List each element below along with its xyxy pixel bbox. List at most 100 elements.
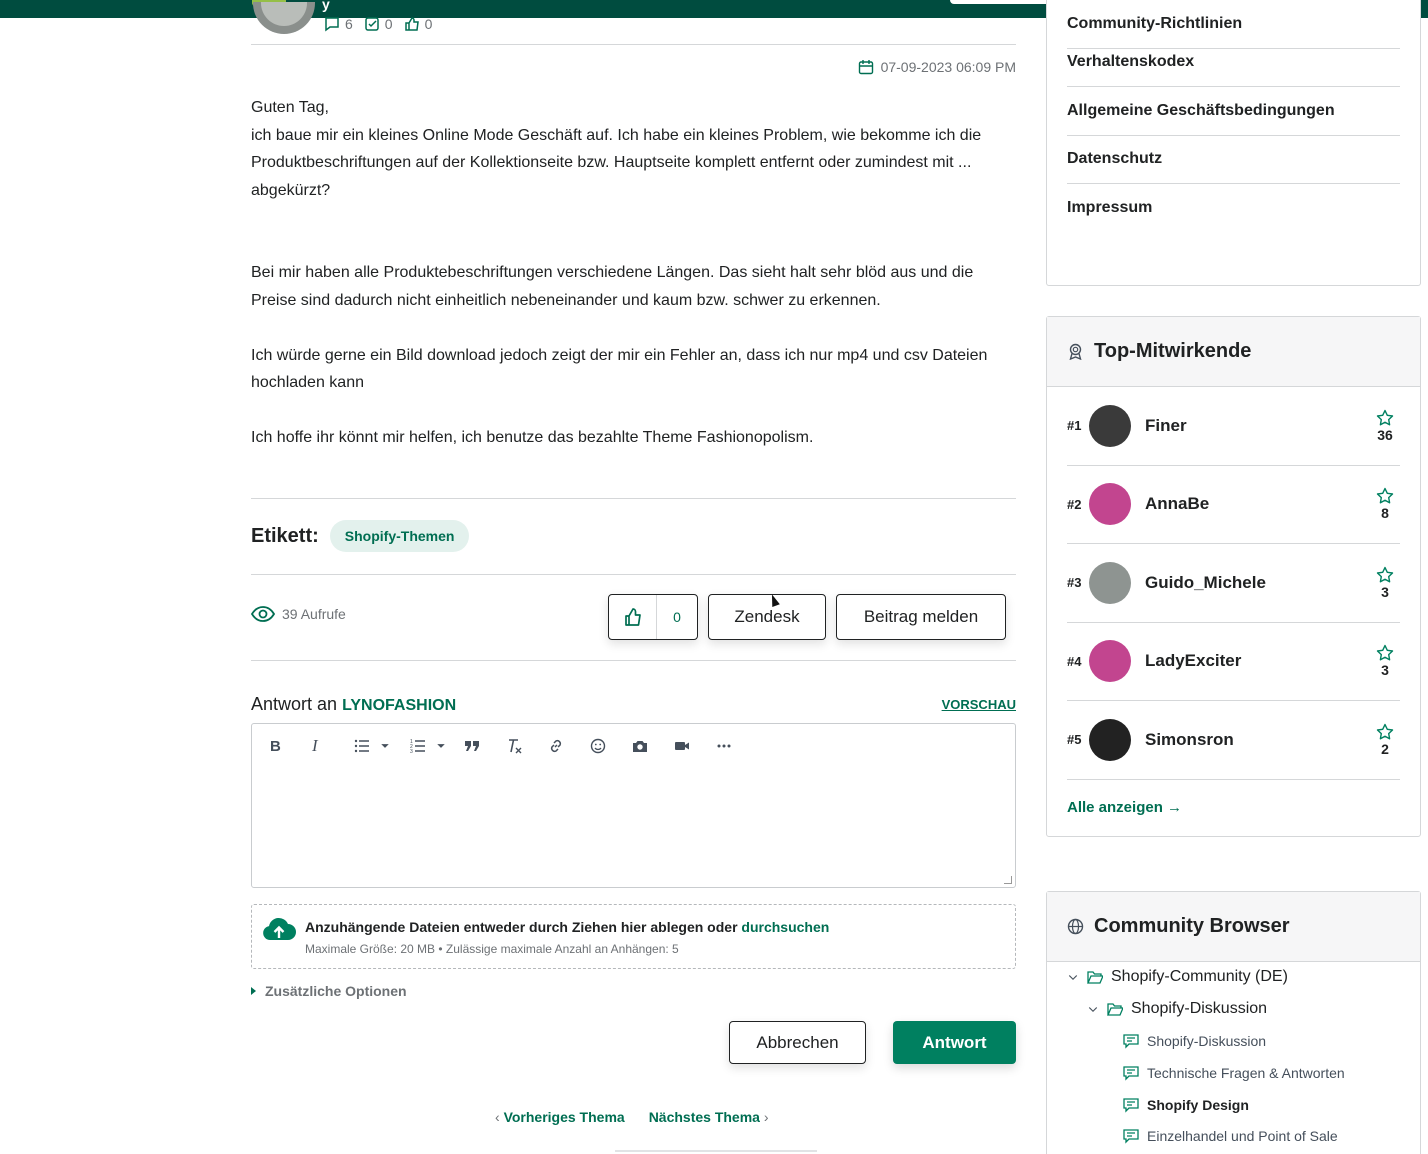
divider — [251, 660, 1016, 661]
italic-button[interactable]: I — [312, 734, 354, 758]
link-icon[interactable] — [548, 734, 590, 758]
reply-user-link[interactable]: LYNOFASHION — [342, 697, 456, 714]
report-post-button[interactable]: Beitrag melden — [836, 594, 1006, 640]
divider — [251, 498, 1016, 499]
contributor-avatar[interactable] — [1089, 561, 1131, 604]
post-body: Guten Tag, ich baue mir ein kleines Onli… — [251, 94, 1016, 452]
chevron-down-icon[interactable] — [380, 734, 410, 758]
browse-link[interactable]: durchsuchen — [741, 919, 829, 935]
sidebar-link-code-of-conduct[interactable]: Verhaltenskodex — [1067, 38, 1400, 87]
likes-stat: 0 — [404, 16, 432, 32]
top-contributors-card: Top-Mitwirkende #1 Finer 36 #2 AnnaBe 8 #3 Guid… — [1046, 316, 1421, 837]
bullet-list-icon[interactable] — [354, 734, 380, 758]
clear-format-icon[interactable] — [506, 734, 548, 758]
tag-shopify-themen[interactable]: Shopify-Themen — [329, 520, 470, 552]
emoji-icon[interactable] — [590, 734, 632, 758]
dropzone-text: Anzuhängende Dateien entweder durch Zieh… — [305, 919, 829, 935]
cancel-button[interactable]: Abbrechen — [729, 1021, 866, 1064]
globe-icon — [1067, 918, 1084, 935]
contributor-row[interactable]: #2 AnnaBe 8 — [1067, 466, 1400, 544]
star-icon — [1376, 488, 1394, 504]
previous-topic-link[interactable]: ‹ Vorheriges Thema — [495, 1109, 625, 1125]
sidebar-links-card: Community-Richtlinien Verhaltenskodex Al… — [1046, 0, 1421, 286]
contributor-row[interactable]: #1 Finer 36 — [1067, 387, 1400, 466]
post-date: 07-09-2023 06:09 PM — [858, 59, 1016, 75]
folder-open-icon — [1107, 1003, 1123, 1016]
contributor-avatar[interactable] — [1089, 640, 1131, 683]
sidebar-link-imprint[interactable]: Impressum — [1067, 184, 1400, 233]
post-paragraph: Guten Tag, — [251, 99, 329, 116]
tree-board-technical-qa[interactable]: Technische Fragen & Antworten — [1123, 1065, 1345, 1081]
star-icon — [1376, 409, 1394, 426]
like-count: 0 — [673, 609, 681, 625]
board-icon — [1123, 1098, 1139, 1113]
contributor-avatar[interactable] — [1089, 483, 1131, 526]
preview-link[interactable]: VORSCHAU — [942, 697, 1016, 712]
thread-navigation: ‹ Vorheriges Thema Nächstes Thema › — [495, 1109, 769, 1125]
editor-toolbar: B I 123 — [252, 724, 1015, 768]
contributor-name[interactable]: AnnaBe — [1145, 494, 1370, 514]
chevron-right-icon: › — [763, 1109, 769, 1125]
contributor-rank: #4 — [1067, 653, 1082, 669]
kudos-count: 8 — [1381, 505, 1389, 522]
thumbs-up-icon[interactable] — [609, 595, 657, 639]
zendesk-button[interactable]: Zendesk — [708, 594, 826, 640]
additional-options-toggle[interactable]: Zusätzliche Optionen — [251, 983, 407, 999]
logo-text[interactable]: y — [322, 0, 330, 12]
attachment-dropzone[interactable]: Anzuhängende Dateien entweder durch Zieh… — [251, 904, 1016, 969]
link-label: Allgemeine Geschäftsbedingungen — [1067, 101, 1335, 119]
contributor-kudos: 3 — [1370, 644, 1400, 678]
tree-node-label: Einzelhandel und Point of Sale — [1147, 1128, 1338, 1144]
next-topic-label: Nächstes Thema — [648, 1109, 760, 1125]
camera-icon[interactable] — [632, 734, 674, 758]
dropzone-limits: Maximale Größe: 20 MB • Zulässige maxima… — [305, 942, 679, 956]
chevron-down-icon[interactable] — [436, 734, 464, 758]
chevron-left-icon: ‹ — [495, 1109, 500, 1125]
contributor-name[interactable]: LadyExciter — [1145, 651, 1370, 671]
sidebar-link-privacy[interactable]: Datenschutz — [1067, 136, 1400, 184]
empty-line — [251, 314, 1016, 342]
contributor-avatar[interactable] — [1089, 718, 1131, 761]
contributor-name[interactable]: Finer — [1145, 416, 1370, 436]
contributor-name[interactable]: Guido_Michele — [1145, 573, 1370, 593]
resize-handle[interactable] — [1004, 876, 1012, 884]
next-topic-link[interactable]: Nächstes Thema › — [649, 1109, 769, 1125]
contributor-row[interactable]: #3 Guido_Michele 3 — [1067, 544, 1400, 623]
see-all-link[interactable]: Alle anzeigen → — [1067, 799, 1182, 816]
contributor-kudos: 3 — [1370, 566, 1400, 600]
community-browser-header: Community Browser — [1047, 892, 1420, 962]
tree-node-discussion[interactable]: Shopify-Diskussion — [1087, 1000, 1267, 1018]
author-stats: 6 0 0 — [324, 16, 432, 32]
submit-reply-button[interactable]: Antwort — [893, 1021, 1016, 1064]
bold-button[interactable]: B — [270, 734, 312, 758]
tree-board-retail-pos[interactable]: Einzelhandel und Point of Sale — [1123, 1128, 1338, 1144]
thumbs-up-icon — [404, 17, 419, 31]
contributor-avatar[interactable] — [1089, 404, 1131, 447]
post-paragraph: ich baue mir ein kleines Online Mode Ges… — [251, 126, 982, 199]
calendar-icon — [858, 60, 873, 75]
video-icon[interactable] — [674, 734, 716, 758]
divider — [251, 574, 1016, 575]
contributor-name[interactable]: Simonsron — [1145, 730, 1370, 750]
tree-board-discussion[interactable]: Shopify-Diskussion — [1123, 1033, 1266, 1049]
contributor-row[interactable]: #4 LadyExciter 3 — [1067, 623, 1400, 701]
sidebar-link-terms[interactable]: Allgemeine Geschäftsbedingungen — [1067, 87, 1400, 136]
author-avatar[interactable] — [253, 2, 315, 34]
kudos-count: 3 — [1381, 662, 1389, 679]
like-button[interactable]: 0 — [608, 594, 698, 640]
tree-board-shopify-design[interactable]: Shopify Design — [1123, 1097, 1249, 1113]
more-icon[interactable] — [716, 734, 758, 758]
contributor-rank: #1 — [1067, 418, 1082, 434]
contributor-row[interactable]: #5 Simonsron 2 — [1067, 701, 1400, 780]
board-icon — [1123, 1066, 1139, 1081]
quote-icon[interactable] — [464, 734, 506, 758]
empty-line — [251, 397, 1016, 425]
message-icon — [325, 17, 339, 32]
divider — [251, 44, 1016, 45]
reply-editor[interactable]: B I 123 — [251, 723, 1016, 888]
tree-node-community-de[interactable]: Shopify-Community (DE) — [1067, 968, 1288, 986]
replies-stat: 6 — [324, 16, 353, 32]
numbered-list-icon[interactable]: 123 — [410, 734, 436, 758]
replies-count: 6 — [345, 16, 353, 32]
post-paragraph: Ich hoffe ihr könnt mir helfen, ich benu… — [251, 429, 814, 446]
